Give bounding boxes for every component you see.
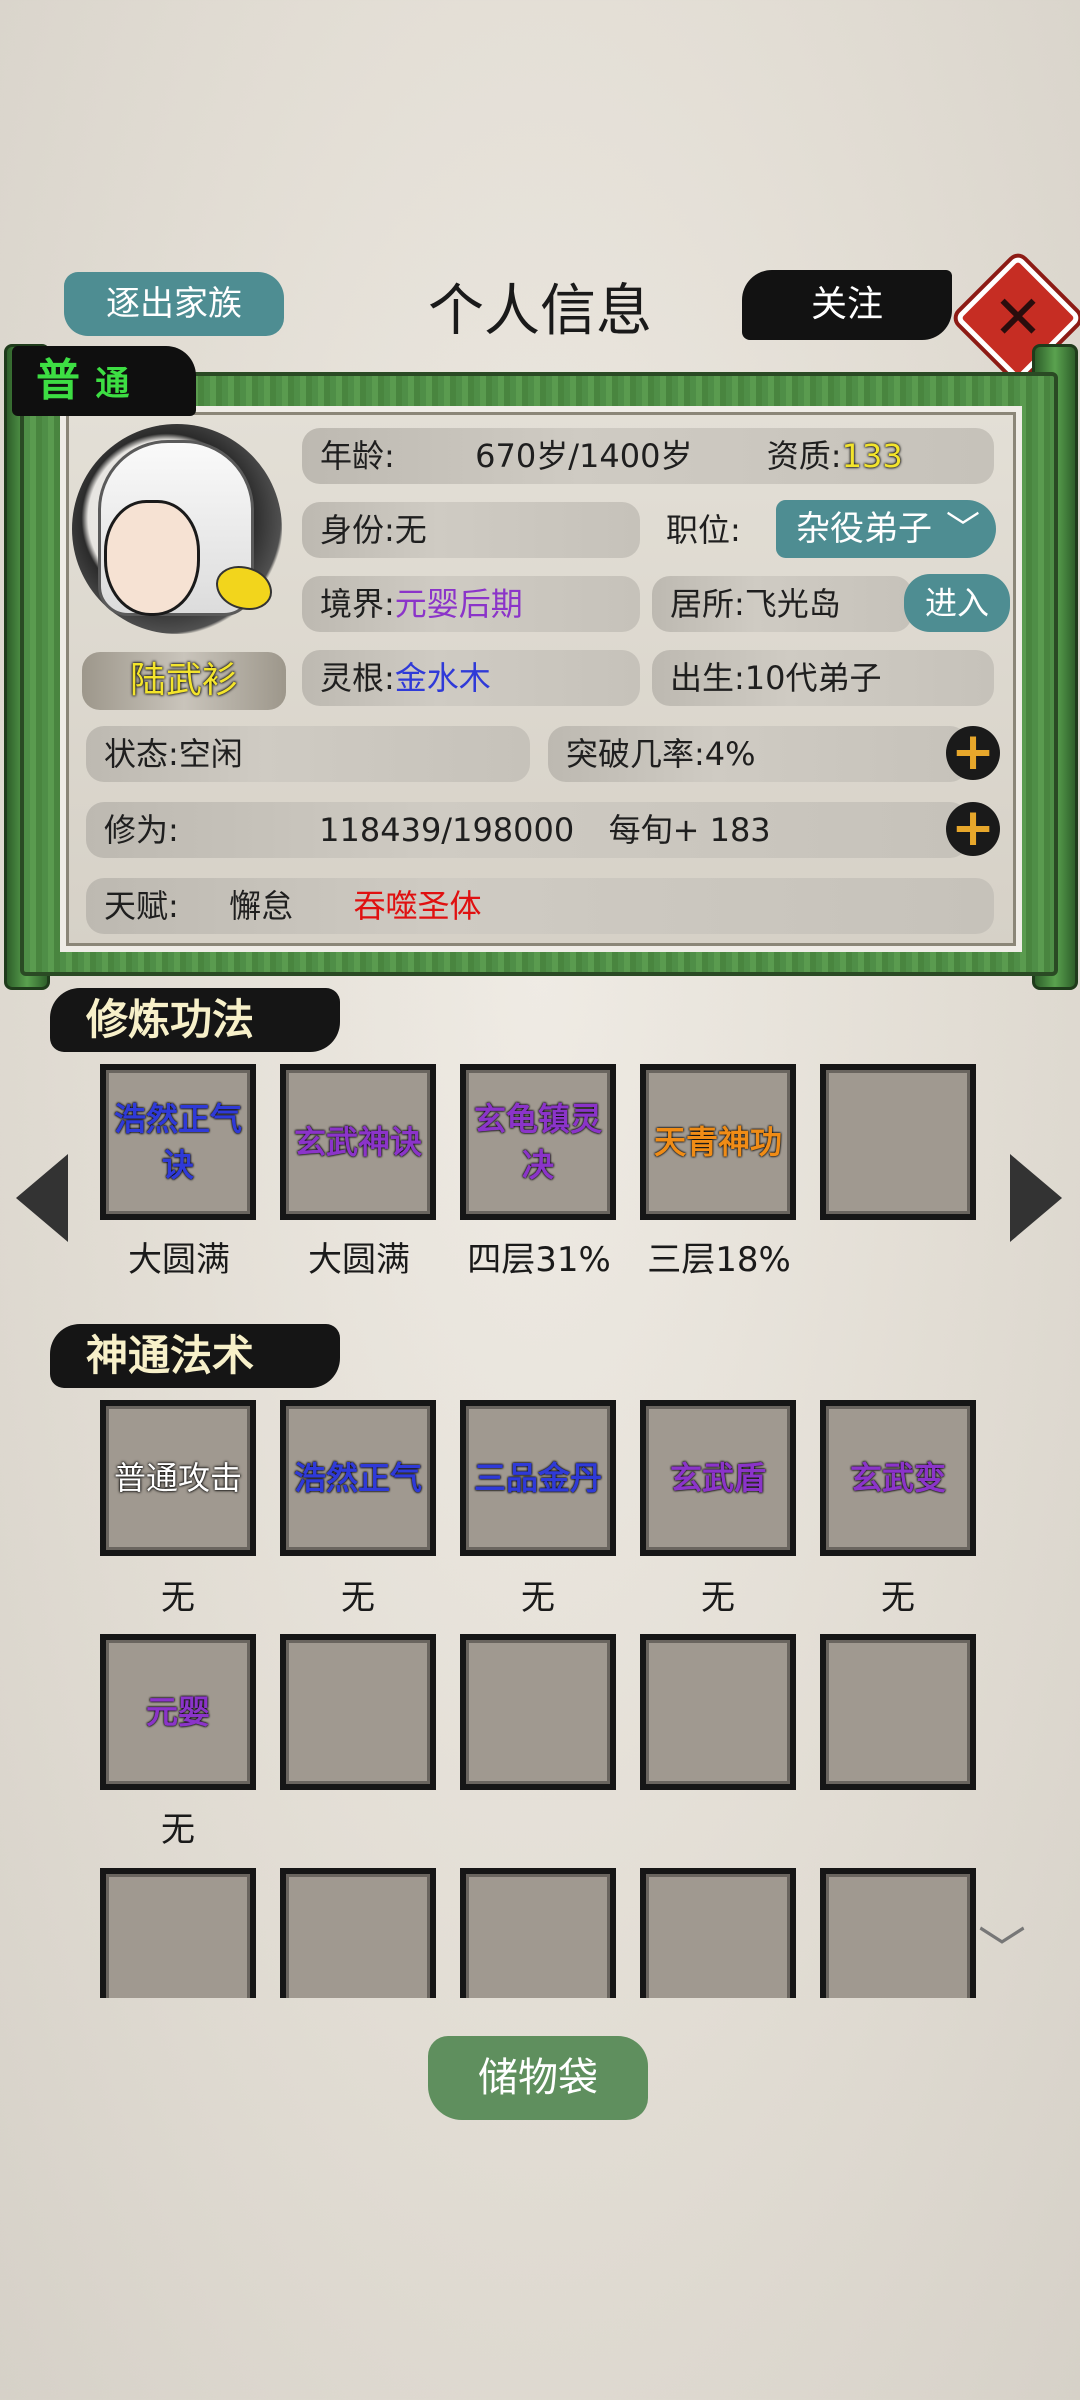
method-progress: 大圆满 [308,1240,410,1280]
skill-slot-empty[interactable] [100,1868,256,1998]
skill-level: 无 [881,1578,915,1618]
skill-slot-empty[interactable] [460,1868,616,1998]
breakthrough-plus-button[interactable]: + [946,726,1000,780]
realm-row: 境界:元婴后期 [302,576,640,632]
skill-slot[interactable]: 元婴 [100,1634,256,1790]
residence-row: 居所:飞光岛 [652,576,912,632]
skills-section-title: 神通法术 [50,1324,340,1388]
scroll-down-chevron-icon[interactable]: ﹀ [978,1910,1026,1980]
talent-1: 懈怠 [229,887,294,925]
avatar-face [104,500,200,616]
aptitude-value: 133 [841,437,903,475]
cultivation-row: 修为: 118439/198000 每旬+ 183 [86,802,968,858]
method-slot[interactable]: 玄武神诀 [280,1064,436,1220]
skill-slot[interactable]: 玄武盾 [640,1400,796,1556]
method-slot[interactable]: 浩然正气诀 [100,1064,256,1220]
skill-level: 无 [341,1578,375,1618]
chevron-left-icon[interactable] [16,1154,68,1242]
skill-slot-empty[interactable] [280,1634,436,1790]
character-name: 陆武衫 [82,652,286,710]
expel-family-button[interactable]: 逐出家族 [64,272,284,336]
method-slot[interactable]: 玄龟镇灵决 [460,1064,616,1220]
position-select[interactable]: 杂役弟子 ﹀ [776,500,996,558]
birth-row: 出生:10代弟子 [652,650,994,706]
methods-section-title: 修炼功法 [50,988,340,1052]
page-title: 个人信息 [428,279,652,344]
cultivation-plus-button[interactable]: + [946,802,1000,856]
method-slot[interactable]: 天青神功 [640,1064,796,1220]
skill-row-partial [90,1864,990,1998]
skill-slot-empty[interactable] [640,1868,796,1998]
status-row: 状态:空闲 [86,726,530,782]
skill-slot[interactable]: 浩然正气 [280,1400,436,1556]
age-row: 年龄: 670岁/1400岁 资质:133 [302,428,994,484]
skill-level: 无 [521,1578,555,1618]
chevron-right-icon[interactable] [1010,1154,1062,1242]
skill-slot-empty[interactable] [640,1634,796,1790]
skill-slot[interactable]: 三品金丹 [460,1400,616,1556]
aptitude-label: 资质: [766,437,842,475]
skill-slot-empty[interactable] [460,1634,616,1790]
skill-level: 无 [701,1578,735,1618]
identity-row: 身份:无 [302,502,640,558]
follow-button[interactable]: 关注 [742,270,952,340]
skill-slot-empty[interactable] [280,1868,436,1998]
method-progress: 四层31% [467,1240,611,1280]
skill-slot-empty[interactable] [820,1634,976,1790]
skill-slot[interactable]: 玄武变 [820,1400,976,1556]
talent-2: 吞噬圣体 [353,887,482,925]
position-label: 职位: [666,511,741,549]
method-slot-empty[interactable] [820,1064,976,1220]
enter-residence-button[interactable]: 进入 [904,574,1010,632]
skill-level: 无 [161,1810,195,1850]
chevron-down-icon: ﹀ [946,509,980,549]
method-progress: 三层18% [647,1240,791,1280]
spirit-root-row: 灵根:金水木 [302,650,640,706]
storage-bag-button[interactable]: 储物袋 [428,2036,648,2120]
skill-level: 无 [161,1578,195,1618]
talent-row: 天赋: 懈怠 吞噬圣体 [86,878,994,934]
skill-slot-empty[interactable] [820,1868,976,1998]
breakthrough-row: 突破几率:4% [548,726,968,782]
method-progress: 大圆满 [128,1240,230,1280]
rank-badge: 普 通 [12,346,196,416]
skill-slot[interactable]: 普通攻击 [100,1400,256,1556]
